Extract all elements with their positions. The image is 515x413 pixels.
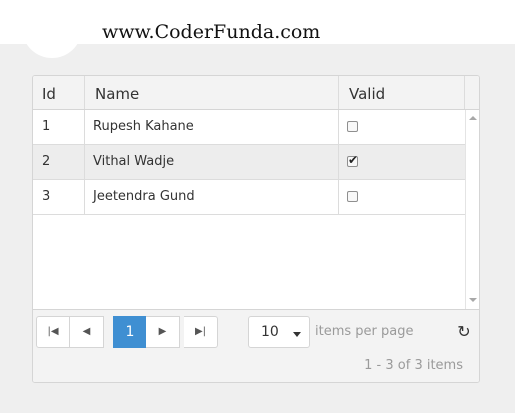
- last-page-button[interactable]: ▶|: [184, 316, 218, 348]
- chevron-down-icon: [293, 332, 301, 337]
- scroll-down-arrow-icon[interactable]: [469, 298, 477, 302]
- cell-valid: [339, 110, 465, 144]
- refresh-icon[interactable]: ↻: [453, 320, 475, 344]
- cell-valid: [339, 180, 465, 214]
- data-grid: Id Name Valid 1 Rupesh Kahane 2 Vithal W…: [32, 75, 480, 383]
- cell-id: 3: [33, 180, 85, 214]
- column-header-id[interactable]: Id: [33, 76, 85, 109]
- vertical-scrollbar[interactable]: [465, 110, 479, 309]
- column-header-name[interactable]: Name: [85, 76, 339, 109]
- cell-id: 2: [33, 145, 85, 179]
- cell-id: 1: [33, 110, 85, 144]
- valid-checkbox[interactable]: [347, 191, 358, 202]
- column-header-valid[interactable]: Valid: [339, 76, 465, 109]
- page-size-select[interactable]: 10: [248, 316, 310, 348]
- valid-checkbox[interactable]: [347, 121, 358, 132]
- grid-body: 1 Rupesh Kahane 2 Vithal Wadje ✔ 3 Jeete…: [33, 110, 479, 309]
- table-row[interactable]: 1 Rupesh Kahane: [33, 110, 465, 145]
- grid-header: Id Name Valid: [33, 76, 479, 110]
- valid-checkbox-checked[interactable]: ✔: [347, 153, 359, 167]
- cell-name: Rupesh Kahane: [85, 110, 339, 144]
- page-size-value: 10: [261, 324, 279, 340]
- previous-page-button[interactable]: ◀: [70, 316, 104, 348]
- table-row-selected[interactable]: 2 Vithal Wadje ✔: [33, 145, 465, 180]
- pager: |◀ ◀ 1 ▶ ▶| 10 items per page ↻ 1 - 3 of…: [33, 309, 479, 382]
- cell-name: Vithal Wadje: [85, 145, 339, 179]
- site-title: www.CoderFunda.com: [102, 21, 321, 43]
- current-page-button[interactable]: 1: [113, 316, 147, 348]
- next-page-button[interactable]: ▶: [146, 316, 180, 348]
- table-row[interactable]: 3 Jeetendra Gund: [33, 180, 465, 215]
- cell-valid: ✔: [339, 145, 465, 179]
- header-scroll-spacer: [465, 76, 479, 109]
- pager-info: 1 - 3 of 3 items: [364, 358, 463, 373]
- cell-name: Jeetendra Gund: [85, 180, 339, 214]
- checkmark-icon: ✔: [348, 153, 359, 167]
- scroll-up-arrow-icon[interactable]: [469, 116, 477, 120]
- items-per-page-label: items per page: [315, 324, 414, 339]
- first-page-button[interactable]: |◀: [36, 316, 70, 348]
- logo-shape: [22, 0, 82, 58]
